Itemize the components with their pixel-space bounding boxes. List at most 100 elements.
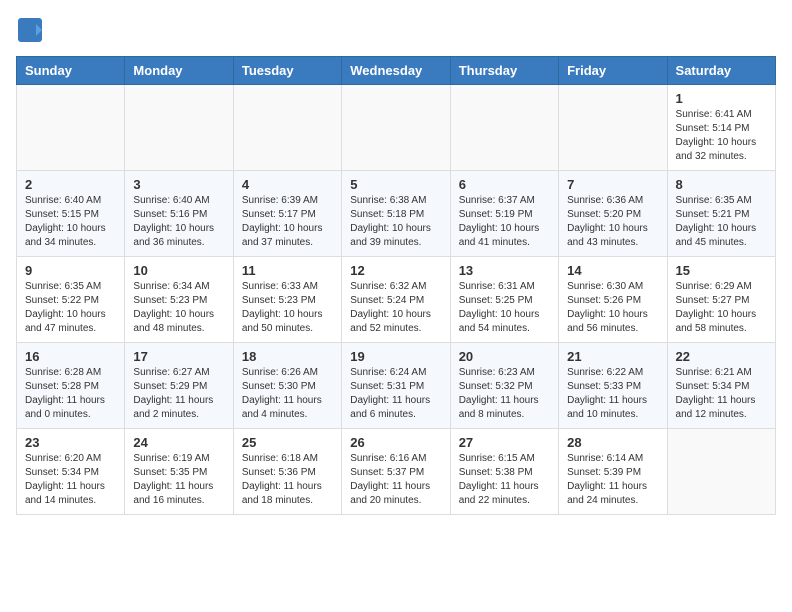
calendar-cell: 26 Sunrise: 6:16 AM Sunset: 5:37 PM Dayli… [342,429,450,515]
day-number: 20 [459,349,550,364]
day-info: Sunrise: 6:39 AM Sunset: 5:17 PM Dayligh… [242,194,333,250]
calendar-cell: 23 Sunrise: 6:20 AM Sunset: 5:34 PM Dayli… [17,429,125,515]
day-number: 27 [459,435,550,450]
day-number: 25 [242,435,333,450]
day-number: 21 [567,349,658,364]
calendar-cell: 16Sunrise: 6:28 AM Sunset: 5:28 PM Dayli… [17,343,125,429]
calendar-cell: 5 Sunrise: 6:38 AM Sunset: 5:18 PM Daylig… [342,171,450,257]
day-info: Sunrise: 6:20 AM Sunset: 5:34 PM Dayligh… [25,452,116,508]
weekday-header-thursday: Thursday [450,57,558,85]
day-number: 14 [567,263,658,278]
day-info: Sunrise: 6:23 AM Sunset: 5:32 PM Dayligh… [459,366,550,422]
calendar-cell: 8Sunrise: 6:35 AM Sunset: 5:21 PM Daylig… [667,171,775,257]
day-info: Sunrise: 6:38 AM Sunset: 5:18 PM Dayligh… [350,194,441,250]
logo-icon [16,16,44,44]
day-number: 28 [567,435,658,450]
day-info: Sunrise: 6:41 AM Sunset: 5:14 PM Dayligh… [676,108,767,164]
day-number: 2 [25,177,116,192]
day-info: Sunrise: 6:35 AM Sunset: 5:21 PM Dayligh… [676,194,767,250]
day-number: 13 [459,263,550,278]
day-info: Sunrise: 6:15 AM Sunset: 5:38 PM Dayligh… [459,452,550,508]
day-number: 4 [242,177,333,192]
calendar-cell: 10 Sunrise: 6:34 AM Sunset: 5:23 PM Dayli… [125,257,233,343]
day-number: 16 [25,349,116,364]
calendar-cell: 21Sunrise: 6:22 AM Sunset: 5:33 PM Dayli… [559,343,667,429]
weekday-header-wednesday: Wednesday [342,57,450,85]
week-row-2: 2 Sunrise: 6:40 AM Sunset: 5:15 PM Daylig… [17,171,776,257]
day-number: 19 [350,349,441,364]
day-number: 3 [133,177,224,192]
calendar-cell [125,85,233,171]
day-info: Sunrise: 6:26 AM Sunset: 5:30 PM Dayligh… [242,366,333,422]
week-row-1: 1 Sunrise: 6:41 AM Sunset: 5:14 PM Daylig… [17,85,776,171]
calendar-cell: 7 Sunrise: 6:36 AM Sunset: 5:20 PM Daylig… [559,171,667,257]
calendar-cell: 2 Sunrise: 6:40 AM Sunset: 5:15 PM Daylig… [17,171,125,257]
page-header [16,16,776,44]
calendar-cell: 22 Sunrise: 6:21 AM Sunset: 5:34 PM Dayli… [667,343,775,429]
day-number: 11 [242,263,333,278]
day-info: Sunrise: 6:18 AM Sunset: 5:36 PM Dayligh… [242,452,333,508]
day-number: 12 [350,263,441,278]
day-info: Sunrise: 6:21 AM Sunset: 5:34 PM Dayligh… [676,366,767,422]
calendar-cell: 28 Sunrise: 6:14 AM Sunset: 5:39 PM Dayli… [559,429,667,515]
day-number: 15 [676,263,767,278]
day-number: 18 [242,349,333,364]
calendar-cell: 17 Sunrise: 6:27 AM Sunset: 5:29 PM Dayli… [125,343,233,429]
day-number: 7 [567,177,658,192]
day-number: 1 [676,91,767,106]
calendar-cell: 27 Sunrise: 6:15 AM Sunset: 5:38 PM Dayli… [450,429,558,515]
week-row-5: 23 Sunrise: 6:20 AM Sunset: 5:34 PM Dayli… [17,429,776,515]
day-number: 5 [350,177,441,192]
weekday-header-tuesday: Tuesday [233,57,341,85]
day-number: 6 [459,177,550,192]
calendar-table: SundayMondayTuesdayWednesdayThursdayFrid… [16,56,776,515]
day-info: Sunrise: 6:19 AM Sunset: 5:35 PM Dayligh… [133,452,224,508]
calendar-cell [559,85,667,171]
day-number: 23 [25,435,116,450]
day-number: 10 [133,263,224,278]
calendar-cell: 14 Sunrise: 6:30 AM Sunset: 5:26 PM Dayli… [559,257,667,343]
calendar-cell: 15 Sunrise: 6:29 AM Sunset: 5:27 PM Dayli… [667,257,775,343]
day-info: Sunrise: 6:30 AM Sunset: 5:26 PM Dayligh… [567,280,658,336]
day-info: Sunrise: 6:16 AM Sunset: 5:37 PM Dayligh… [350,452,441,508]
weekday-header-friday: Friday [559,57,667,85]
day-info: Sunrise: 6:24 AM Sunset: 5:31 PM Dayligh… [350,366,441,422]
calendar-cell [667,429,775,515]
day-info: Sunrise: 6:33 AM Sunset: 5:23 PM Dayligh… [242,280,333,336]
calendar-cell: 18 Sunrise: 6:26 AM Sunset: 5:30 PM Dayli… [233,343,341,429]
calendar-cell: 3 Sunrise: 6:40 AM Sunset: 5:16 PM Daylig… [125,171,233,257]
calendar-cell: 13 Sunrise: 6:31 AM Sunset: 5:25 PM Dayli… [450,257,558,343]
day-number: 17 [133,349,224,364]
day-info: Sunrise: 6:29 AM Sunset: 5:27 PM Dayligh… [676,280,767,336]
calendar-cell: 12Sunrise: 6:32 AM Sunset: 5:24 PM Dayli… [342,257,450,343]
day-info: Sunrise: 6:34 AM Sunset: 5:23 PM Dayligh… [133,280,224,336]
week-row-3: 9Sunrise: 6:35 AM Sunset: 5:22 PM Daylig… [17,257,776,343]
calendar-cell [450,85,558,171]
day-info: Sunrise: 6:40 AM Sunset: 5:15 PM Dayligh… [25,194,116,250]
calendar-cell: 20 Sunrise: 6:23 AM Sunset: 5:32 PM Dayli… [450,343,558,429]
weekday-header-saturday: Saturday [667,57,775,85]
calendar-cell: 19 Sunrise: 6:24 AM Sunset: 5:31 PM Dayli… [342,343,450,429]
day-number: 22 [676,349,767,364]
day-info: Sunrise: 6:31 AM Sunset: 5:25 PM Dayligh… [459,280,550,336]
day-number: 24 [133,435,224,450]
day-number: 26 [350,435,441,450]
weekday-header-row: SundayMondayTuesdayWednesdayThursdayFrid… [17,57,776,85]
logo [16,16,46,44]
calendar-cell [17,85,125,171]
day-info: Sunrise: 6:27 AM Sunset: 5:29 PM Dayligh… [133,366,224,422]
day-info: Sunrise: 6:14 AM Sunset: 5:39 PM Dayligh… [567,452,658,508]
day-info: Sunrise: 6:36 AM Sunset: 5:20 PM Dayligh… [567,194,658,250]
calendar-cell [342,85,450,171]
day-info: Sunrise: 6:40 AM Sunset: 5:16 PM Dayligh… [133,194,224,250]
week-row-4: 16Sunrise: 6:28 AM Sunset: 5:28 PM Dayli… [17,343,776,429]
weekday-header-monday: Monday [125,57,233,85]
calendar-header: SundayMondayTuesdayWednesdayThursdayFrid… [17,57,776,85]
day-info: Sunrise: 6:37 AM Sunset: 5:19 PM Dayligh… [459,194,550,250]
calendar-cell: 9Sunrise: 6:35 AM Sunset: 5:22 PM Daylig… [17,257,125,343]
calendar-cell: 25 Sunrise: 6:18 AM Sunset: 5:36 PM Dayli… [233,429,341,515]
calendar-body: 1 Sunrise: 6:41 AM Sunset: 5:14 PM Daylig… [17,85,776,515]
calendar-cell: 6 Sunrise: 6:37 AM Sunset: 5:19 PM Daylig… [450,171,558,257]
calendar-cell: 1 Sunrise: 6:41 AM Sunset: 5:14 PM Daylig… [667,85,775,171]
day-number: 9 [25,263,116,278]
